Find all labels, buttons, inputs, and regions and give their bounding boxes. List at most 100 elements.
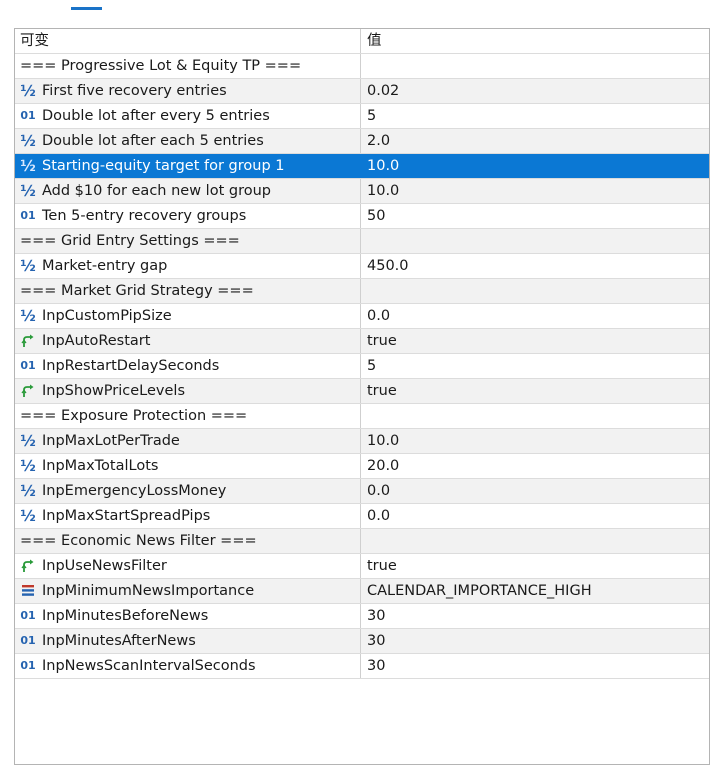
section-row[interactable]: === Progressive Lot & Equity TP === xyxy=(15,54,709,79)
param-name-cell[interactable]: 01 Double lot after every 5 entries xyxy=(15,104,361,128)
param-row[interactable]: 01 Ten 5-entry recovery groups 50 xyxy=(15,204,709,229)
param-value[interactable]: CALENDAR_IMPORTANCE_HIGH xyxy=(362,579,709,603)
param-name-cell[interactable]: ½ InpEmergencyLossMoney xyxy=(15,479,361,503)
param-name: InpMaxTotalLots xyxy=(42,458,159,474)
param-name: InpMinutesAfterNews xyxy=(42,633,196,649)
param-name: InpMaxStartSpreadPips xyxy=(42,508,211,524)
half-icon: ½ xyxy=(20,507,36,525)
param-row[interactable]: ½ Add $10 for each new lot group 10.0 xyxy=(15,179,709,204)
param-name-cell[interactable]: === Market Grid Strategy === xyxy=(15,279,361,303)
param-row[interactable]: InpAutoRestart true xyxy=(15,329,709,354)
param-name-cell[interactable]: InpMinimumNewsImportance xyxy=(15,579,361,603)
param-value[interactable]: 0.0 xyxy=(362,304,709,328)
param-name-cell[interactable]: InpShowPriceLevels xyxy=(15,379,361,403)
integer-icon: 01 xyxy=(20,209,36,222)
param-name-cell[interactable]: ½ InpMaxStartSpreadPips xyxy=(15,504,361,528)
param-value[interactable]: true xyxy=(362,329,709,353)
param-name-cell[interactable]: InpUseNewsFilter xyxy=(15,554,361,578)
param-name-cell[interactable]: === Grid Entry Settings === xyxy=(15,229,361,253)
param-row[interactable]: ½ InpMaxLotPerTrade 10.0 xyxy=(15,429,709,454)
param-row[interactable]: ½ InpCustomPipSize 0.0 xyxy=(15,304,709,329)
section-row[interactable]: === Market Grid Strategy === xyxy=(15,279,709,304)
param-name-cell[interactable]: ½ Double lot after each 5 entries xyxy=(15,129,361,153)
param-value[interactable]: 10.0 xyxy=(362,429,709,453)
param-value[interactable]: 0.0 xyxy=(362,479,709,503)
param-row[interactable]: ½ Double lot after each 5 entries 2.0 xyxy=(15,129,709,154)
param-name: Ten 5-entry recovery groups xyxy=(42,208,247,224)
param-row[interactable]: 01 InpMinutesBeforeNews 30 xyxy=(15,604,709,629)
param-name-cell[interactable]: 01 InpRestartDelaySeconds xyxy=(15,354,361,378)
param-name: Market-entry gap xyxy=(42,258,168,274)
header-variable-label: 可变 xyxy=(20,33,49,49)
param-row[interactable]: ½ Market-entry gap 450.0 xyxy=(15,254,709,279)
param-name-cell[interactable]: === Exposure Protection === xyxy=(15,404,361,428)
param-row[interactable]: InpShowPriceLevels true xyxy=(15,379,709,404)
header-value[interactable]: 值 xyxy=(362,29,709,53)
grid-header: 可变 值 xyxy=(15,29,709,54)
param-row[interactable]: ½ InpMaxStartSpreadPips 0.0 xyxy=(15,504,709,529)
param-name: InpMinutesBeforeNews xyxy=(42,608,209,624)
param-row[interactable]: 01 Double lot after every 5 entries 5 xyxy=(15,104,709,129)
section-row[interactable]: === Exposure Protection === xyxy=(15,404,709,429)
half-icon: ½ xyxy=(20,82,36,100)
param-value[interactable]: true xyxy=(362,554,709,578)
param-name-cell[interactable]: ½ Add $10 for each new lot group xyxy=(15,179,361,203)
half-icon: ½ xyxy=(20,257,36,275)
param-value[interactable]: 30 xyxy=(362,604,709,628)
param-row[interactable]: ½ InpMaxTotalLots 20.0 xyxy=(15,454,709,479)
param-name-cell[interactable]: 01 Ten 5-entry recovery groups xyxy=(15,204,361,228)
param-value[interactable]: 0.02 xyxy=(362,79,709,103)
param-value[interactable] xyxy=(362,529,709,553)
param-name: InpUseNewsFilter xyxy=(42,558,167,574)
param-name: Add $10 for each new lot group xyxy=(42,183,271,199)
param-value[interactable] xyxy=(362,54,709,78)
half-icon: ½ xyxy=(20,457,36,475)
param-name-cell[interactable]: ½ First five recovery entries xyxy=(15,79,361,103)
param-name-cell[interactable]: 01 InpMinutesBeforeNews xyxy=(15,604,361,628)
param-value[interactable]: true xyxy=(362,379,709,403)
param-row[interactable]: ½ InpEmergencyLossMoney 0.0 xyxy=(15,479,709,504)
param-value[interactable]: 0.0 xyxy=(362,504,709,528)
param-row[interactable]: InpUseNewsFilter true xyxy=(15,554,709,579)
param-name-cell[interactable]: ½ InpCustomPipSize xyxy=(15,304,361,328)
param-value[interactable]: 450.0 xyxy=(362,254,709,278)
inputs-grid[interactable]: 可变 值 === Progressive Lot & Equity TP ===… xyxy=(14,28,710,765)
param-row[interactable]: 01 InpRestartDelaySeconds 5 xyxy=(15,354,709,379)
section-row[interactable]: === Grid Entry Settings === xyxy=(15,229,709,254)
param-name: InpRestartDelaySeconds xyxy=(42,358,220,374)
param-value[interactable]: 30 xyxy=(362,654,709,678)
param-name-cell[interactable]: ½ InpMaxTotalLots xyxy=(15,454,361,478)
param-value[interactable]: 10.0 xyxy=(362,154,709,178)
param-name-cell[interactable]: ½ Market-entry gap xyxy=(15,254,361,278)
param-value[interactable] xyxy=(362,404,709,428)
param-name-cell[interactable]: 01 InpNewsScanIntervalSeconds xyxy=(15,654,361,678)
param-value[interactable]: 5 xyxy=(362,104,709,128)
enum-list-icon xyxy=(19,579,37,603)
param-value[interactable]: 50 xyxy=(362,204,709,228)
param-name-cell[interactable]: === Economic News Filter === xyxy=(15,529,361,553)
half-icon: ½ xyxy=(20,482,36,500)
param-name-cell[interactable]: ½ InpMaxLotPerTrade xyxy=(15,429,361,453)
param-name-cell[interactable]: InpAutoRestart xyxy=(15,329,361,353)
param-row[interactable]: InpMinimumNewsImportance CALENDAR_IMPORTA… xyxy=(15,579,709,604)
param-name-cell[interactable]: === Progressive Lot & Equity TP === xyxy=(15,54,361,78)
param-row[interactable]: 01 InpMinutesAfterNews 30 xyxy=(15,629,709,654)
param-value[interactable] xyxy=(362,279,709,303)
param-value[interactable]: 2.0 xyxy=(362,129,709,153)
param-name-cell[interactable]: 01 InpMinutesAfterNews xyxy=(15,629,361,653)
param-name: === Progressive Lot & Equity TP === xyxy=(20,58,302,74)
param-name-cell[interactable]: ½ Starting-equity target for group 1 xyxy=(15,154,361,178)
param-value[interactable]: 10.0 xyxy=(362,179,709,203)
param-row[interactable]: ½ Starting-equity target for group 1 10.0 xyxy=(15,154,709,179)
section-row[interactable]: === Economic News Filter === xyxy=(15,529,709,554)
param-row[interactable]: 01 InpNewsScanIntervalSeconds 30 xyxy=(15,654,709,679)
param-value[interactable] xyxy=(362,229,709,253)
integer-icon: 01 xyxy=(20,359,36,372)
param-row[interactable]: ½ First five recovery entries 0.02 xyxy=(15,79,709,104)
half-icon: ½ xyxy=(20,432,36,450)
param-value[interactable]: 20.0 xyxy=(362,454,709,478)
param-value[interactable]: 5 xyxy=(362,354,709,378)
header-variable[interactable]: 可变 xyxy=(15,29,361,53)
param-name: Double lot after every 5 entries xyxy=(42,108,270,124)
param-value[interactable]: 30 xyxy=(362,629,709,653)
